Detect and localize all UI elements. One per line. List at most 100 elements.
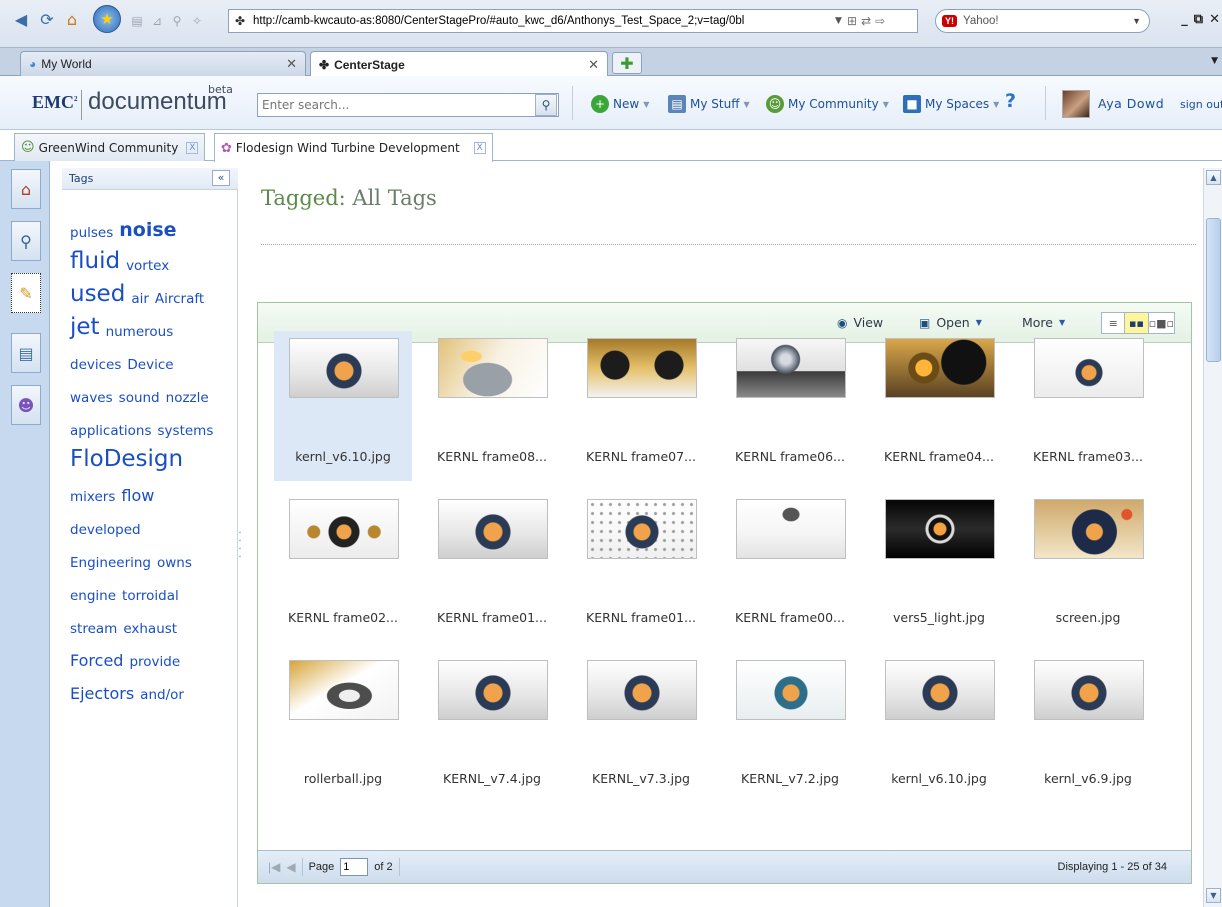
thumbnail-item[interactable]: KERNL frame01... — [572, 492, 710, 642]
more-button[interactable]: More ▼ — [1022, 315, 1065, 330]
my-spaces-menu[interactable]: ■ My Spaces ▼ — [903, 94, 999, 114]
thumbnail-item[interactable]: KERNL frame04... — [870, 331, 1008, 481]
thumbnail-item[interactable]: KERNL frame03... — [1019, 331, 1157, 481]
thumbnail-caption[interactable]: KERNL frame02... — [274, 610, 412, 625]
thumbnail-caption[interactable]: kernl_v6.10.jpg — [274, 449, 412, 464]
thumbnail-image[interactable] — [587, 338, 697, 398]
thumbnail-image[interactable] — [289, 660, 399, 720]
thumbnail-caption[interactable]: vers5_light.jpg — [870, 610, 1008, 625]
tag-link[interactable]: fluid — [70, 248, 120, 274]
tag-link[interactable]: Engineering — [70, 555, 151, 571]
tag-link[interactable]: torroidal — [122, 588, 179, 604]
document-icon[interactable]: ▤ — [11, 333, 41, 373]
back-icon[interactable]: ◀ — [6, 6, 36, 32]
compat-view-icon[interactable]: ⊞ — [847, 14, 857, 28]
open-button[interactable]: ▣ Open ▼ — [919, 315, 982, 330]
scroll-thumb[interactable] — [1206, 218, 1221, 362]
close-tab-icon[interactable]: ✕ — [286, 56, 297, 72]
tag-link[interactable]: owns — [157, 555, 192, 571]
tag-link[interactable]: Aircraft — [155, 291, 204, 307]
home-icon[interactable]: ⌂ — [11, 169, 41, 209]
tab-list-icon[interactable]: ▼ — [1211, 56, 1218, 66]
browser-tab-centerstage[interactable]: ✤ CenterStage ✕ — [310, 51, 608, 77]
restore-button[interactable]: ⧉ — [1194, 12, 1203, 27]
tag-link[interactable]: mixers — [70, 489, 115, 505]
tag-link[interactable]: flow — [121, 486, 154, 505]
thumbnail-caption[interactable]: KERNL frame01... — [572, 610, 710, 625]
page-tools-icon[interactable]: ⇄ — [861, 14, 871, 28]
thumbnail-caption[interactable]: kernl_v6.10.jpg — [870, 771, 1008, 786]
thumbnail-image[interactable] — [587, 660, 697, 720]
address-dropdown-icon[interactable]: ▼ — [835, 16, 847, 26]
tag-link[interactable]: used — [70, 281, 125, 307]
filmstrip-view-icon[interactable]: ▫■▫ — [1149, 313, 1174, 333]
tag-link[interactable]: Forced — [70, 651, 123, 670]
thumbnail-item[interactable]: KERNL frame08... — [423, 331, 561, 481]
tag-link[interactable]: air — [131, 291, 149, 307]
tag-link[interactable]: pulses — [70, 225, 113, 241]
help-icon[interactable]: ? — [1005, 90, 1016, 112]
previous-page-icon[interactable]: ◀ — [286, 860, 295, 874]
tag-link[interactable]: applications — [70, 423, 152, 439]
avatar[interactable] — [1062, 90, 1090, 118]
search-tool-icon[interactable]: ⚲ — [168, 12, 186, 30]
close-window-button[interactable]: ✕ — [1209, 12, 1220, 27]
thumbnail-caption[interactable]: KERNL frame00... — [721, 610, 859, 625]
thumbnail-item[interactable]: rollerball.jpg — [274, 653, 412, 803]
sign-out-link[interactable]: sign out — [1180, 98, 1222, 111]
rss-icon[interactable]: ⊿ — [148, 12, 166, 30]
new-tab-button[interactable]: ✚ — [612, 52, 642, 74]
scroll-down-icon[interactable]: ▼ — [1206, 888, 1221, 903]
tag-link[interactable]: Device — [127, 357, 173, 373]
refresh-icon[interactable]: ⟳ — [34, 6, 60, 32]
thumbnail-caption[interactable]: KERNL frame08... — [423, 449, 561, 464]
tag-icon[interactable]: ✎ — [11, 273, 41, 313]
tools-icon[interactable]: ✧ — [188, 12, 206, 30]
view-button[interactable]: ◉ View — [837, 315, 883, 330]
thumbnail-item[interactable]: screen.jpg — [1019, 492, 1157, 642]
tag-link[interactable]: stream — [70, 621, 117, 637]
tag-link[interactable]: numerous — [106, 324, 174, 340]
thumbnail-caption[interactable]: KERNL frame06... — [721, 449, 859, 464]
tag-link[interactable]: sound — [119, 390, 160, 406]
thumbnail-image[interactable] — [885, 338, 995, 398]
thumbnail-image[interactable] — [289, 499, 399, 559]
thumbnail-image[interactable] — [1034, 499, 1144, 559]
thumbnail-image[interactable] — [438, 660, 548, 720]
tag-link[interactable]: Ejectors — [70, 684, 134, 703]
space-tab-flodesign[interactable]: ✿ Flodesign Wind Turbine Development X — [214, 133, 493, 162]
thumbnail-image[interactable] — [587, 499, 697, 559]
thumbnail-item[interactable]: KERNL_v7.2.jpg — [721, 653, 859, 803]
list-view-icon[interactable]: ≡ — [1102, 313, 1124, 333]
go-arrow-icon[interactable]: ⇨ — [875, 14, 885, 28]
thumbnail-item[interactable]: KERNL frame07... — [572, 331, 710, 481]
thumbnail-image[interactable] — [289, 338, 399, 398]
search-icon[interactable]: ⚲ — [535, 94, 557, 116]
first-page-icon[interactable]: |◀ — [268, 860, 280, 874]
thumbnail-item[interactable]: KERNL_v7.3.jpg — [572, 653, 710, 803]
tag-link[interactable]: noise — [119, 219, 176, 241]
search-icon[interactable]: ⚲ — [11, 221, 41, 261]
browser-search-box[interactable]: Y! Yahoo! ▼ — [935, 9, 1150, 33]
thumbnail-item[interactable]: kernl_v6.10.jpg — [870, 653, 1008, 803]
user-name[interactable]: Aya Dowd — [1098, 96, 1164, 111]
close-icon[interactable]: X — [186, 141, 199, 154]
my-community-menu[interactable]: ☺ My Community ▼ — [766, 94, 889, 114]
thumbnail-image[interactable] — [438, 499, 548, 559]
address-url[interactable]: http://camb-kwcauto-as:8080/CenterStageP… — [253, 15, 835, 27]
tag-link[interactable]: engine — [70, 588, 116, 604]
feeds-icon[interactable]: ▤ — [128, 12, 146, 30]
tag-link[interactable]: devices — [70, 357, 121, 373]
tag-link[interactable]: exhaust — [123, 621, 177, 637]
thumbnail-image[interactable] — [736, 338, 846, 398]
tag-link[interactable]: provide — [129, 654, 180, 670]
thumbnail-item[interactable]: kernl_v6.10.jpg — [274, 331, 412, 481]
tag-link[interactable]: FloDesign — [70, 446, 183, 472]
thumbnail-item[interactable]: KERNL frame00... — [721, 492, 859, 642]
close-tab-icon[interactable]: ✕ — [588, 57, 599, 73]
thumbnail-image[interactable] — [1034, 660, 1144, 720]
grid-view-icon[interactable]: ▪▪ — [1124, 313, 1149, 333]
thumbnail-caption[interactable]: KERNL frame03... — [1019, 449, 1157, 464]
tag-link[interactable]: jet — [70, 314, 100, 340]
new-menu[interactable]: + New ▼ — [591, 94, 649, 114]
